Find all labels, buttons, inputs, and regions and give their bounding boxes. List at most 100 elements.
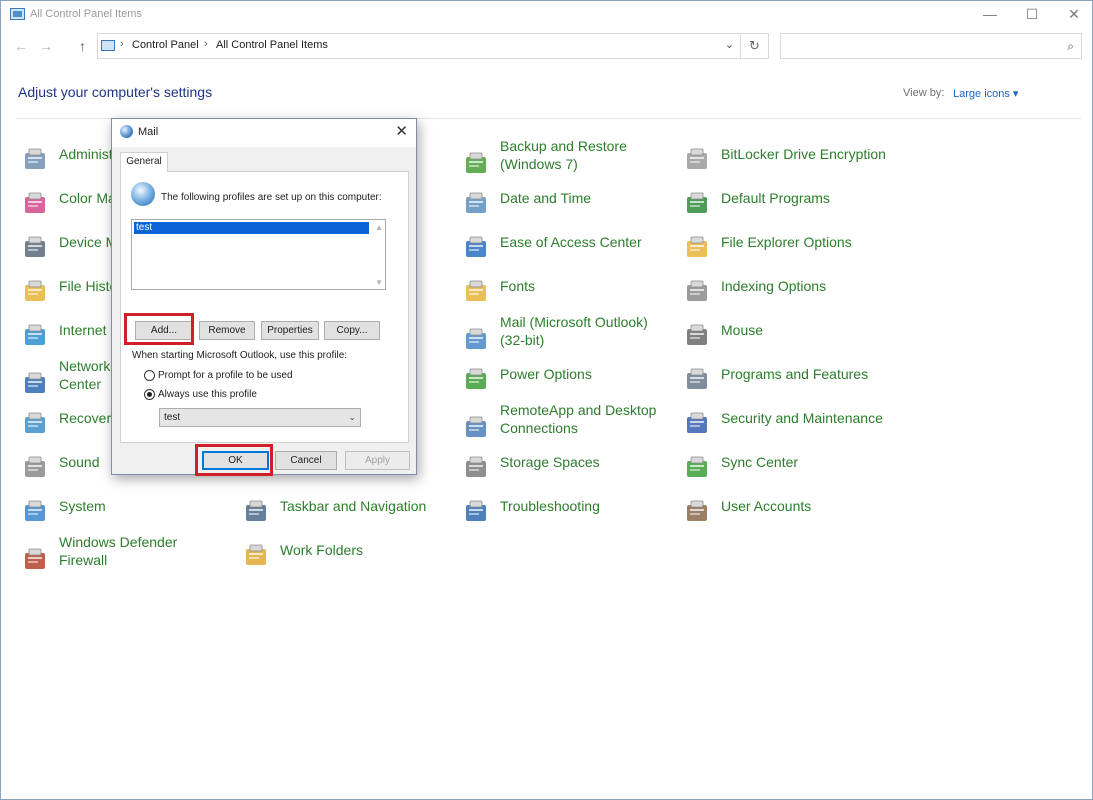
ease-of-access-icon <box>461 233 491 263</box>
control-panel-item-label[interactable]: Fonts <box>500 277 535 295</box>
window-title: All Control Panel Items <box>30 8 142 20</box>
prompt-profile-radio[interactable] <box>144 370 155 381</box>
close-button[interactable]: ✕ <box>1051 1 1093 29</box>
dialog-title-bar: Mail ✕ <box>112 119 416 147</box>
default-programs-icon <box>682 189 712 219</box>
title-bar: All Control Panel Items — ☐ ✕ <box>1 1 1092 29</box>
always-use-profile-label[interactable]: Always use this profile <box>158 389 257 400</box>
profiles-listbox[interactable]: test ▲ ▼ <box>131 219 386 290</box>
date-time-icon <box>461 189 491 219</box>
minimize-button[interactable]: — <box>967 1 1013 29</box>
maximize-button[interactable]: ☐ <box>1009 1 1055 29</box>
file-explorer-options-icon <box>682 233 712 263</box>
profile-select-value: test <box>164 412 181 423</box>
control-panel-window: All Control Panel Items — ☐ ✕ ← → ↑ › Co… <box>0 0 1093 800</box>
control-panel-item-label[interactable]: Taskbar and Navigation <box>280 497 426 515</box>
control-panel-item-label[interactable]: User Accounts <box>721 497 811 515</box>
cancel-button[interactable]: Cancel <box>275 451 337 470</box>
control-panel-item-label[interactable]: Indexing Options <box>721 277 826 295</box>
control-panel-item-label[interactable]: Backup and Restore (Windows 7) <box>500 137 627 173</box>
indexing-options-icon <box>682 277 712 307</box>
refresh-icon[interactable]: ↻ <box>740 34 768 58</box>
control-panel-icon <box>101 40 115 51</box>
add-button-highlight <box>124 313 194 345</box>
firewall-icon <box>20 545 50 575</box>
control-panel-item-label[interactable]: BitLocker Drive Encryption <box>721 145 886 163</box>
color-management-icon <box>20 189 50 219</box>
profile-list-item[interactable]: test <box>134 222 369 234</box>
always-use-profile-radio[interactable] <box>144 389 155 400</box>
control-panel-item-label[interactable]: Sync Center <box>721 453 798 471</box>
profiles-intro-text: The following profiles are set up on thi… <box>161 192 382 203</box>
troubleshooting-icon <box>461 497 491 527</box>
system-icon <box>20 497 50 527</box>
tab-general[interactable]: General <box>120 152 168 172</box>
profile-select[interactable]: test ⌄ <box>159 408 361 427</box>
breadcrumb-control-panel[interactable]: Control Panel <box>132 39 199 51</box>
control-panel-item-label[interactable]: Recovery <box>59 409 118 427</box>
storage-spaces-icon <box>461 453 491 483</box>
control-panel-item-label[interactable]: Programs and Features <box>721 365 868 383</box>
control-panel-item-label[interactable]: Storage Spaces <box>500 453 600 471</box>
breadcrumb-separator: › <box>204 38 208 50</box>
mouse-icon <box>682 321 712 351</box>
forward-arrow-icon[interactable]: → <box>39 38 53 54</box>
search-box[interactable]: ⌕ <box>780 33 1082 59</box>
mail-dialog: Mail ✕ General The following profiles ar… <box>111 118 417 476</box>
control-panel-icon <box>10 8 25 20</box>
user-accounts-icon <box>682 497 712 527</box>
breadcrumb-all-items[interactable]: All Control Panel Items <box>216 39 328 51</box>
view-by-dropdown[interactable]: Large icons ▾ <box>953 87 1018 100</box>
device-manager-icon <box>20 233 50 263</box>
sound-icon <box>20 453 50 483</box>
apply-button[interactable]: Apply <box>345 451 410 470</box>
control-panel-item-label[interactable]: Mail (Microsoft Outlook) (32-bit) <box>500 313 648 349</box>
recovery-icon <box>20 409 50 439</box>
work-folders-icon <box>241 541 271 571</box>
dialog-title: Mail <box>138 126 159 138</box>
control-panel-item-label[interactable]: Mouse <box>721 321 763 339</box>
up-arrow-icon[interactable]: ↑ <box>79 38 86 54</box>
remoteapp-icon <box>461 413 491 443</box>
breadcrumb-separator: › <box>120 38 124 50</box>
dialog-close-icon[interactable]: ✕ <box>395 122 408 140</box>
backup-restore-icon <box>461 149 491 179</box>
address-dropdown-icon[interactable]: ⌄ <box>725 38 734 51</box>
general-tab-pane: The following profiles are set up on thi… <box>120 171 409 443</box>
scroll-up-icon[interactable]: ▲ <box>375 223 383 232</box>
ok-button-highlight <box>195 444 273 476</box>
prompt-profile-label[interactable]: Prompt for a profile to be used <box>158 370 293 381</box>
control-panel-item-label[interactable]: Ease of Access Center <box>500 233 642 251</box>
file-history-icon <box>20 277 50 307</box>
control-panel-item-label[interactable]: Work Folders <box>280 541 363 559</box>
control-panel-item-label[interactable]: System <box>59 497 106 515</box>
control-panel-item-label[interactable]: Power Options <box>500 365 592 383</box>
control-panel-item-label[interactable]: Windows Defender Firewall <box>59 533 177 569</box>
control-panel-item-label[interactable]: Security and Maintenance <box>721 409 883 427</box>
bitlocker-icon <box>682 145 712 175</box>
remove-button[interactable]: Remove <box>199 321 255 340</box>
search-icon: ⌕ <box>1067 39 1074 53</box>
internet-options-icon <box>20 321 50 351</box>
power-options-icon <box>461 365 491 395</box>
control-panel-item-label[interactable]: Sound <box>59 453 99 471</box>
control-panel-item-label[interactable]: Default Programs <box>721 189 830 207</box>
startup-profile-label: When starting Microsoft Outlook, use thi… <box>132 350 348 361</box>
profiles-icon <box>131 182 155 206</box>
network-icon <box>20 369 50 399</box>
control-panel-item-label[interactable]: Troubleshooting <box>500 497 600 515</box>
properties-button[interactable]: Properties <box>261 321 319 340</box>
address-bar[interactable]: › Control Panel › All Control Panel Item… <box>97 33 769 59</box>
control-panel-item-label[interactable]: RemoteApp and Desktop Connections <box>500 401 656 437</box>
control-panel-item-label[interactable]: Date and Time <box>500 189 591 207</box>
scroll-down-icon[interactable]: ▼ <box>375 278 383 287</box>
copy-button[interactable]: Copy... <box>324 321 380 340</box>
back-arrow-icon[interactable]: ← <box>14 38 28 54</box>
view-by-label: View by: <box>903 87 945 99</box>
chevron-down-icon: ⌄ <box>348 412 356 422</box>
control-panel-item-label[interactable]: File Explorer Options <box>721 233 852 251</box>
taskbar-icon <box>241 497 271 527</box>
mail-icon <box>461 325 491 355</box>
admin-tools-icon <box>20 145 50 175</box>
programs-features-icon <box>682 365 712 395</box>
